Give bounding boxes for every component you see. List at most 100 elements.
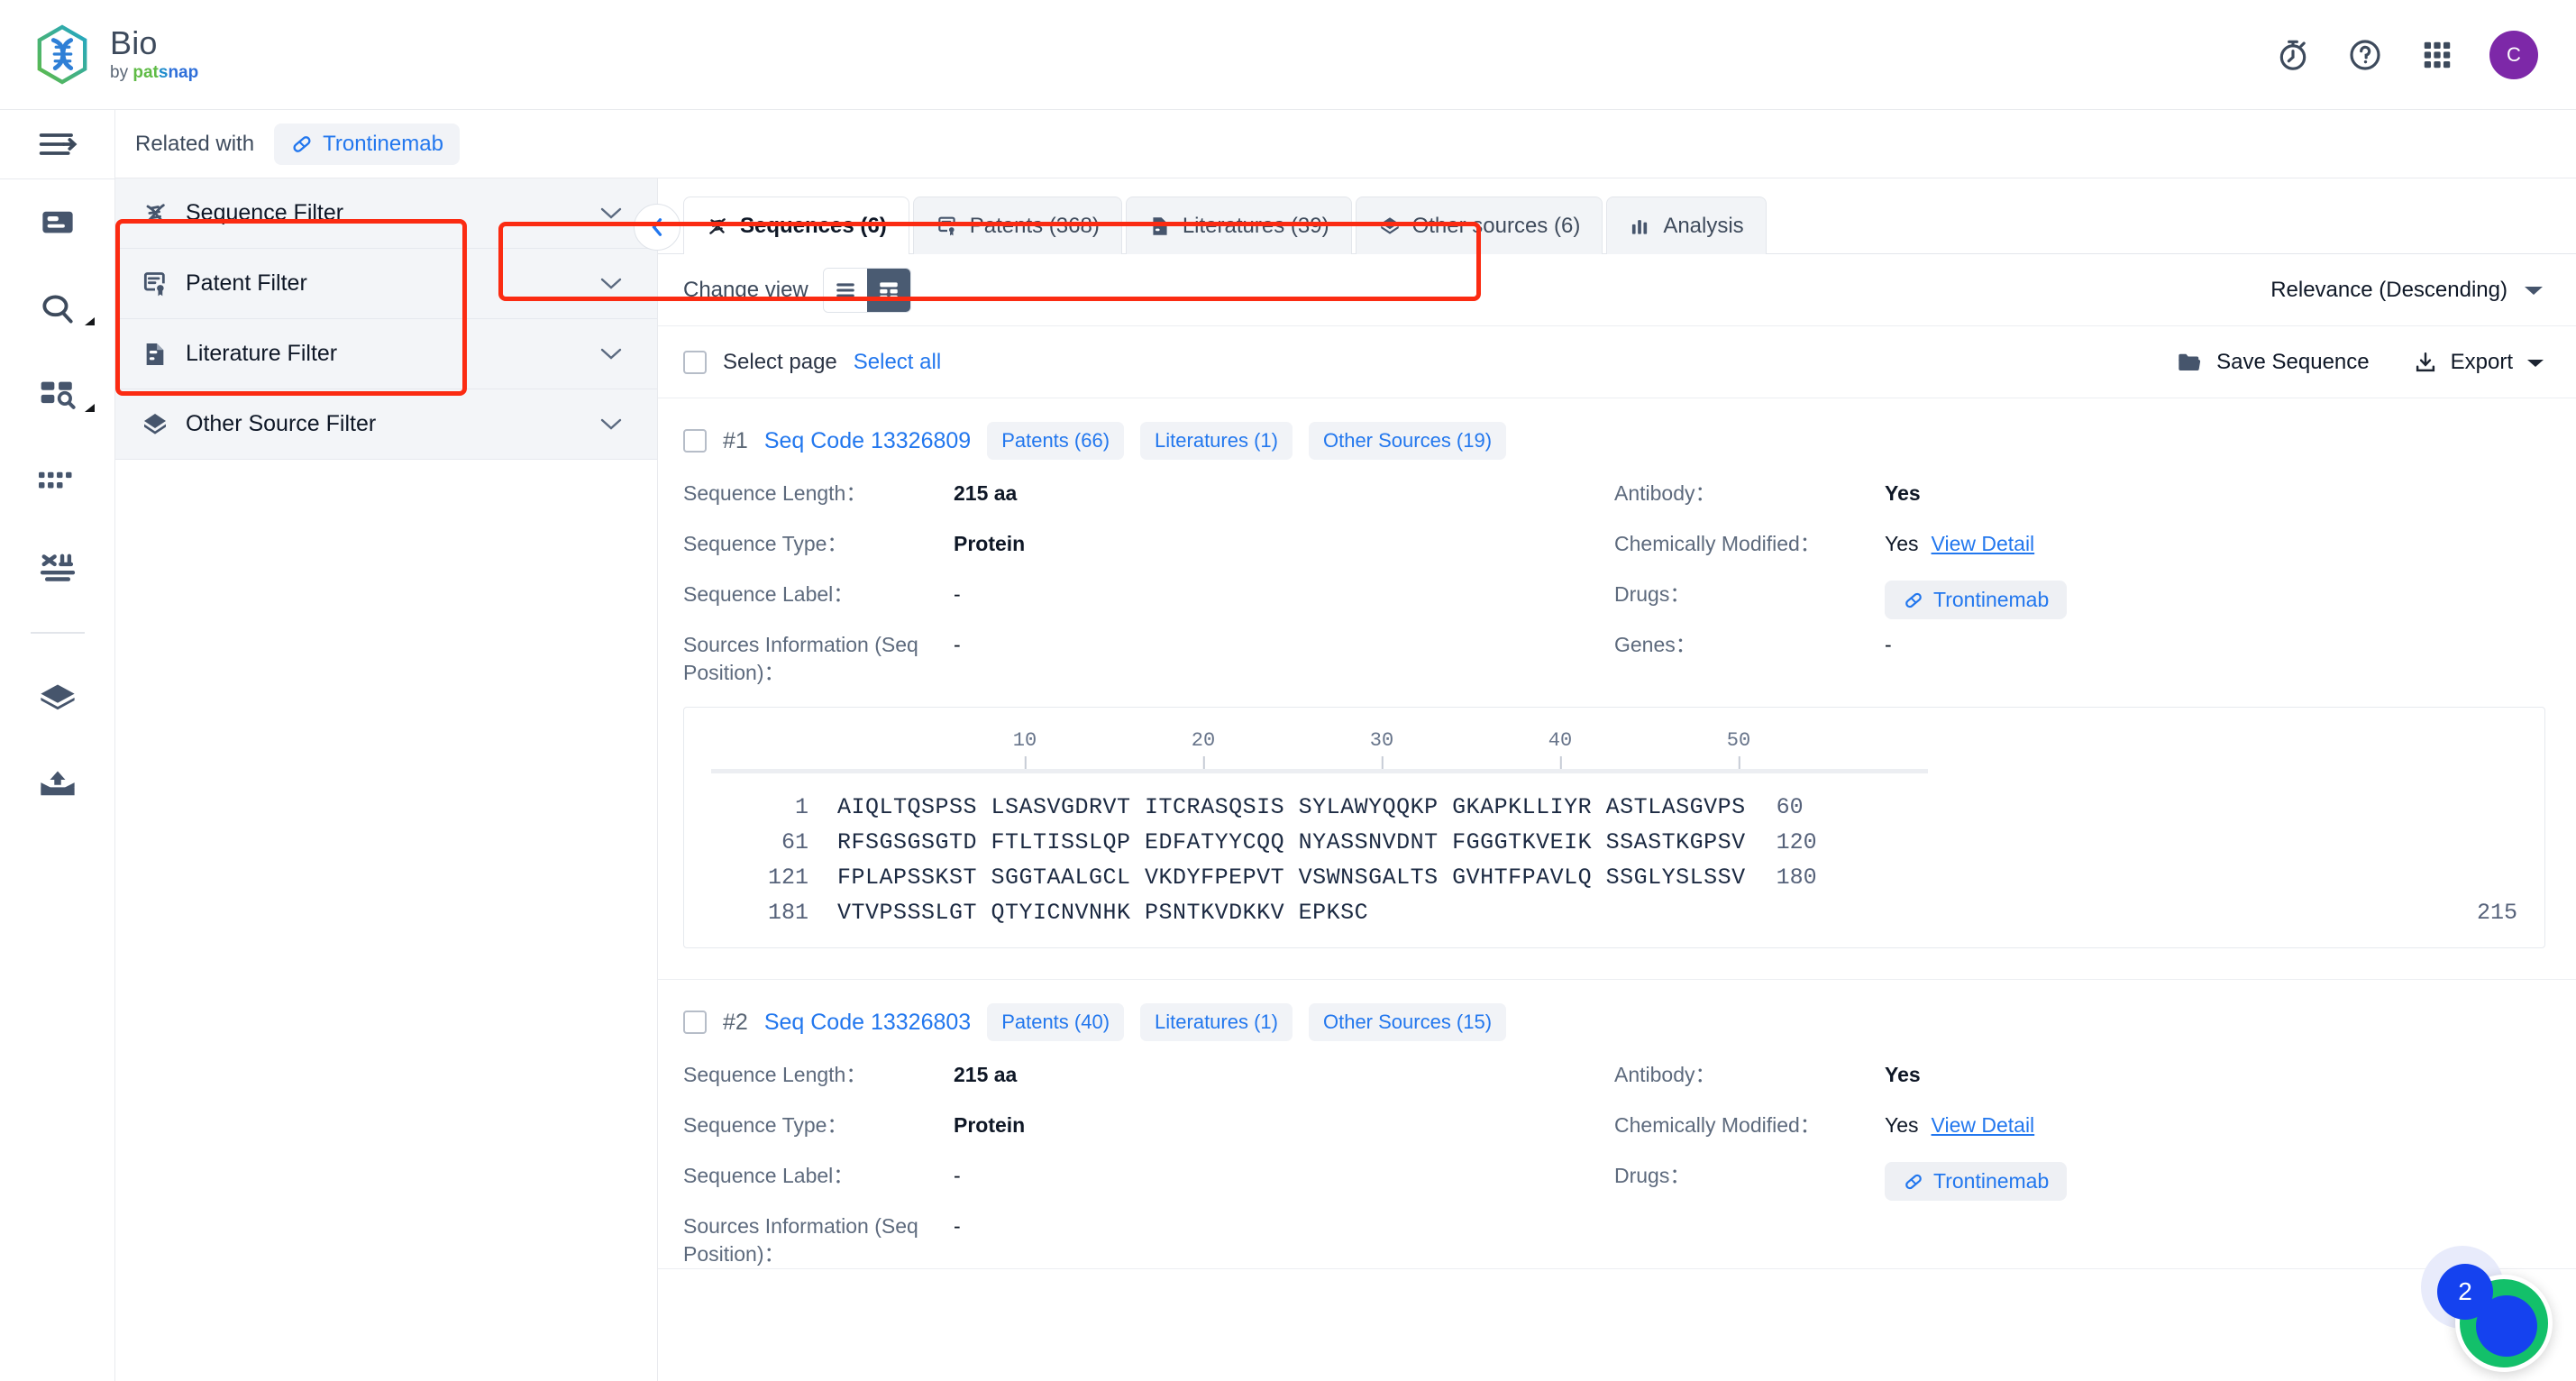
record-2-badge-other-sources[interactable]: Other Sources (15) bbox=[1308, 1003, 1507, 1042]
view-toolbar-left: Change view bbox=[683, 267, 911, 313]
chevron-corner-icon bbox=[85, 317, 95, 325]
chevron-down-icon bbox=[600, 278, 622, 289]
field-sources-information-value: - bbox=[954, 1214, 961, 1239]
tab-sequences[interactable]: Sequences (6) bbox=[683, 197, 909, 254]
sidebar-item-tools[interactable] bbox=[0, 526, 114, 612]
filter-sequence[interactable]: Sequence Filter bbox=[115, 178, 657, 249]
field-sources-information: Sources Information (Seq Position)： - bbox=[683, 1212, 1614, 1268]
sequence-line-chars: VTVPSSSLGT QTYICNVNHK PSNTKVDKKV EPKSC bbox=[837, 900, 1369, 927]
sequence-line: 181 VTVPSSSLGT QTYICNVNHK PSNTKVDKKV EPK… bbox=[711, 900, 2517, 926]
record-1-badge-other-sources[interactable]: Other Sources (19) bbox=[1308, 422, 1507, 460]
record-2-fields: Sequence Length： 215 aa Sequence Type： P… bbox=[683, 1061, 2545, 1268]
chevron-left-icon bbox=[652, 218, 662, 236]
sequence-line-start: 61 bbox=[781, 829, 808, 856]
record-1-code-link[interactable]: Seq Code 13326809 bbox=[764, 428, 971, 454]
tab-other-sources[interactable]: Other sources (6) bbox=[1355, 197, 1603, 254]
stopwatch-icon[interactable] bbox=[2273, 35, 2313, 75]
support-widget-badge[interactable]: 2 bbox=[2437, 1264, 2493, 1320]
field-drugs: Drugs： Trontinemab bbox=[1614, 1162, 2545, 1212]
sidebar-item-search[interactable] bbox=[0, 266, 114, 352]
field-genes: Genes： - bbox=[1614, 631, 2545, 681]
select-page-checkbox[interactable] bbox=[683, 350, 707, 374]
field-sources-information-label: Sources Information (Seq Position)： bbox=[683, 1214, 918, 1267]
field-genes-label: Genes： bbox=[1614, 633, 1696, 656]
apps-grid-icon[interactable] bbox=[2417, 35, 2457, 75]
field-antibody-label: Antibody： bbox=[1614, 1063, 1716, 1087]
sidebar-item-upload[interactable] bbox=[0, 740, 114, 827]
filter-other-source-label: Other Source Filter bbox=[186, 411, 377, 436]
tools-icon bbox=[40, 553, 75, 581]
save-sequence-label: Save Sequence bbox=[2216, 349, 2370, 374]
field-sequence-length-label: Sequence Length： bbox=[683, 481, 867, 505]
brand-nap: nap bbox=[168, 63, 199, 83]
record-1-checkbox[interactable] bbox=[683, 429, 707, 453]
list-view-button[interactable] bbox=[823, 268, 867, 312]
view-detail-link[interactable]: View Detail bbox=[1932, 1111, 2035, 1139]
view-detail-link[interactable]: View Detail bbox=[1932, 530, 2035, 558]
sequence-line-chars: FPLAPSSKST SGGTAALGCL VKDYFPEPVT VSWNSGA… bbox=[837, 864, 1746, 892]
result-record-1: #1 Seq Code 13326809 Patents (66) Litera… bbox=[658, 398, 2576, 981]
drug-chip[interactable]: Trontinemab bbox=[1885, 581, 2068, 619]
sidebar-item-table[interactable] bbox=[0, 439, 114, 526]
selection-toolbar: Select page Select all Save Sequence Exp… bbox=[658, 326, 2576, 398]
sequence-line-start: 121 bbox=[767, 864, 808, 892]
panel-collapse-toggle[interactable] bbox=[634, 204, 681, 251]
filter-literature-left: Literature Filter bbox=[141, 340, 337, 369]
tab-literatures[interactable]: Literatures (39) bbox=[1125, 197, 1352, 254]
record-2-badge-literatures[interactable]: Literatures (1) bbox=[1140, 1003, 1293, 1042]
chevron-down-icon bbox=[600, 418, 622, 430]
brand-by: by bbox=[110, 63, 129, 83]
filter-sequence-left: Sequence Filter bbox=[141, 199, 343, 228]
filter-patent[interactable]: Patent Filter bbox=[115, 249, 657, 319]
record-2-badge-patents[interactable]: Patents (40) bbox=[987, 1003, 1125, 1042]
record-1-badge-patents[interactable]: Patents (66) bbox=[987, 422, 1125, 460]
ruler-tick-30: 30 bbox=[1370, 729, 1393, 770]
drug-chip[interactable]: Trontinemab bbox=[1885, 1162, 2068, 1202]
filter-other-source[interactable]: Other Source Filter bbox=[115, 389, 657, 460]
record-1-badge-literatures[interactable]: Literatures (1) bbox=[1140, 422, 1293, 460]
related-drug-chip[interactable]: Trontinemab bbox=[274, 123, 460, 165]
record-2-checkbox[interactable] bbox=[683, 1011, 707, 1035]
select-all-link[interactable]: Select all bbox=[854, 350, 941, 375]
record-2-code-link[interactable]: Seq Code 13326803 bbox=[764, 1010, 971, 1036]
sequence-line-chars: AIQLTQSPSS LSASVGDRVT ITCRASQSIS SYLAWYQ… bbox=[837, 794, 1746, 821]
brand-s: s bbox=[158, 63, 169, 83]
box-icon bbox=[40, 684, 75, 710]
change-view-label: Change view bbox=[683, 277, 808, 302]
sidebar-item-library[interactable] bbox=[0, 654, 114, 740]
select-page-label: Select page bbox=[723, 349, 837, 374]
tabs-strip: Sequences (6) Patents (368) Literatures … bbox=[658, 178, 2576, 254]
view-toggle-group bbox=[822, 267, 911, 313]
below-related: Sequence Filter Patent Filter Literature… bbox=[115, 178, 2576, 1381]
sidebar-item-documents[interactable] bbox=[0, 179, 114, 266]
tab-analysis[interactable]: Analysis bbox=[1606, 197, 1767, 254]
field-sequence-label: Sequence Label： - bbox=[683, 1162, 1614, 1212]
avatar[interactable]: C bbox=[2489, 30, 2538, 79]
brand[interactable]: Bio by patsnap bbox=[0, 23, 198, 86]
related-with-bar: Related with Trontinemab bbox=[115, 110, 2576, 178]
export-button[interactable]: Export bbox=[2413, 350, 2545, 375]
sort-value: Relevance (Descending) bbox=[2270, 277, 2507, 302]
help-circle-icon[interactable] bbox=[2345, 35, 2385, 75]
field-chemically-modified-label: Chemically Modified： bbox=[1614, 1113, 1821, 1138]
field-sequence-type: Sequence Type： Protein bbox=[683, 530, 1614, 581]
filter-literature[interactable]: Literature Filter bbox=[115, 319, 657, 389]
sort-dropdown[interactable]: Relevance (Descending) bbox=[2270, 278, 2545, 303]
save-sequence-button[interactable]: Save Sequence bbox=[2177, 349, 2370, 375]
list-view-icon bbox=[836, 282, 854, 297]
sequence-viewer: 10 20 30 40 50 1 AIQLTQSPSS LSASVGDRVT I… bbox=[683, 707, 2545, 949]
sidebar-item-advanced-search[interactable] bbox=[0, 352, 114, 439]
sequence-ruler-line bbox=[711, 769, 1928, 774]
record-1-index: #1 bbox=[723, 427, 748, 453]
card-view-button[interactable] bbox=[866, 268, 910, 312]
field-sequence-label: Sequence Label： - bbox=[683, 581, 1614, 631]
tab-patents[interactable]: Patents (368) bbox=[912, 197, 1122, 254]
brand-subtitle: by patsnap bbox=[110, 63, 198, 83]
bio-logo-icon bbox=[37, 23, 87, 85]
sidebar-item-collapse-menu[interactable] bbox=[0, 110, 114, 178]
field-sequence-type-label: Sequence Type： bbox=[683, 532, 848, 555]
support-widget[interactable]: 2 bbox=[2421, 1246, 2560, 1376]
record-1-fields: Sequence Length： 215 aa Sequence Type： P… bbox=[683, 480, 2545, 687]
field-drugs-label: Drugs： bbox=[1614, 582, 1691, 606]
upload-icon bbox=[40, 771, 75, 796]
